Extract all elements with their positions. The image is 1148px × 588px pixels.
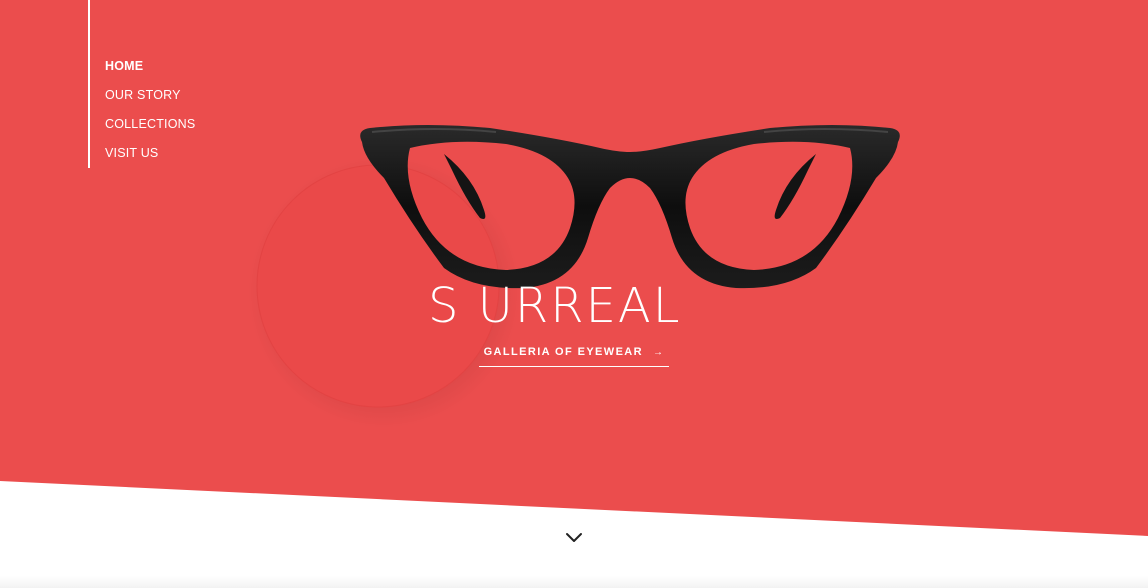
section-divider-shadow (0, 576, 1148, 588)
chevron-down-icon[interactable] (562, 528, 586, 546)
brand-wordmark: S URREAL (428, 278, 681, 332)
nav-collections[interactable]: COLLECTIONS (105, 117, 195, 131)
tagline-text: GALLERIA OF EYEWEAR (483, 346, 643, 358)
tagline-link[interactable]: GALLERIA OF EYEWEAR → (479, 346, 669, 367)
arrow-right-icon: → (653, 347, 665, 358)
nav-our-story[interactable]: OUR STORY (105, 88, 181, 102)
eyeglasses-image (360, 125, 900, 289)
nav-visit-us[interactable]: VISIT US (105, 146, 158, 160)
main-nav: HOME OUR STORY COLLECTIONS VISIT US (88, 0, 195, 168)
nav-home[interactable]: HOME (105, 59, 143, 73)
hero-section: HOME OUR STORY COLLECTIONS VISIT US S UR… (0, 0, 1148, 588)
brand-logo: S URREAL (428, 278, 681, 332)
